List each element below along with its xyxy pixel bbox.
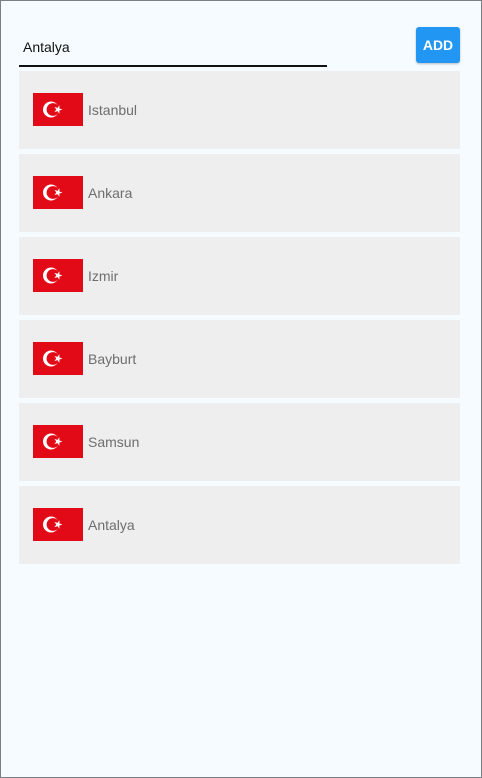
city-name: Bayburt: [88, 351, 137, 367]
add-city-button[interactable]: ADD: [416, 27, 460, 63]
city-card[interactable]: Istanbul: [19, 71, 460, 149]
turkey-flag-icon: [33, 508, 83, 541]
turkey-flag-icon: [33, 342, 83, 375]
turkey-flag-icon: [33, 93, 83, 126]
city-list: Istanbul Ankara Izmir Bayburt Samsun Ant…: [19, 71, 460, 569]
city-name: Ankara: [88, 185, 133, 201]
city-name: Istanbul: [88, 102, 138, 118]
turkey-flag-icon: [33, 176, 83, 209]
city-card[interactable]: Izmir: [19, 237, 460, 315]
city-name: Izmir: [88, 268, 119, 284]
turkey-flag-icon: [33, 259, 83, 292]
city-name: Samsun: [88, 434, 140, 450]
city-card[interactable]: Samsun: [19, 403, 460, 481]
input-bar: ADD: [1, 1, 481, 71]
turkey-flag-icon: [33, 425, 83, 458]
city-name-input[interactable]: [19, 29, 327, 67]
app-screen: ADD Istanbul Ankara: [0, 0, 482, 778]
city-card[interactable]: Antalya: [19, 486, 460, 564]
city-card[interactable]: Ankara: [19, 154, 460, 232]
city-name: Antalya: [88, 517, 135, 533]
city-card[interactable]: Bayburt: [19, 320, 460, 398]
